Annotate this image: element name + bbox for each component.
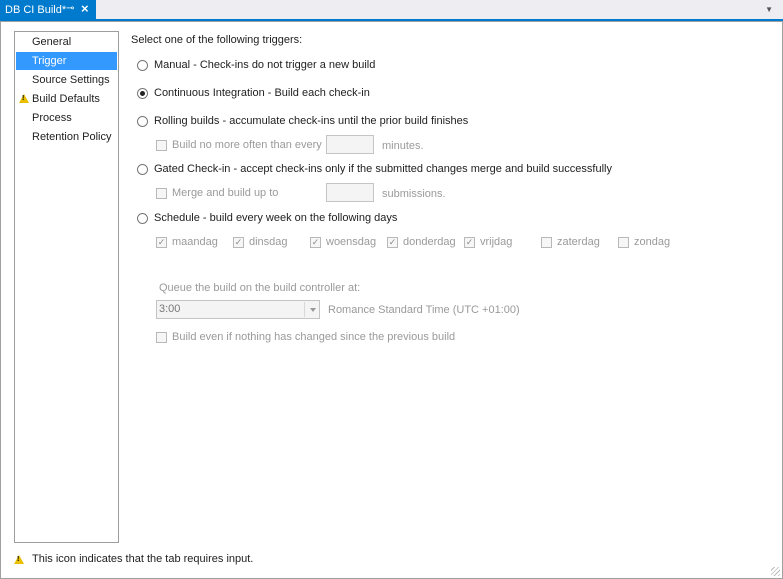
sidebar-item-general[interactable]: General [16,33,117,51]
radio-button[interactable] [137,59,148,71]
tab-title: DB CI Build* [5,3,67,16]
gated-merge-option[interactable]: Merge and build up to [156,187,278,199]
tab-db-ci-build[interactable]: DB CI Build* ⊸ × [0,0,96,19]
checkbox[interactable]: ✓ [387,236,398,248]
merge-checkbox[interactable] [156,187,167,199]
dropdown-separator [304,302,305,317]
radio-rolling-builds[interactable]: Rolling builds - accumulate check-ins un… [137,115,468,127]
minutes-label: minutes. [382,140,424,152]
chevron-down-icon [310,308,316,312]
radio-button[interactable] [137,163,148,175]
build-even-option[interactable]: Build even if nothing has changed since … [156,331,455,343]
checkbox[interactable]: ✓ [464,236,475,248]
settings-sidebar: General Trigger Source Settings Build De… [14,31,119,543]
radio-button[interactable] [137,115,148,127]
footer-note: This icon indicates that the tab require… [14,553,253,565]
checkbox[interactable] [618,236,629,248]
day-checkbox-maandag[interactable]: ✓ maandag [156,236,218,248]
day-checkbox-zondag[interactable]: zondag [618,236,670,248]
sidebar-item-retention-policy[interactable]: Retention Policy [16,128,117,146]
queue-time-label: Queue the build on the build controller … [159,282,361,294]
sidebar-item-build-defaults[interactable]: Build Defaults [16,90,117,108]
sidebar-item-trigger[interactable]: Trigger [16,52,117,70]
rolling-minutes-input[interactable] [326,135,374,154]
radio-gated-checkin[interactable]: Gated Check-in - accept check-ins only i… [137,163,612,175]
radio-schedule[interactable]: Schedule - build every week on the follo… [137,212,397,224]
checkbox[interactable]: ✓ [156,236,167,248]
sidebar-item-source-settings[interactable]: Source Settings [16,71,117,89]
timezone-label: Romance Standard Time (UTC +01:00) [328,304,520,316]
radio-continuous-integration[interactable]: Continuous Integration - Build each chec… [137,87,370,99]
day-checkbox-vrijdag[interactable]: ✓ vrijdag [464,236,512,248]
checkbox[interactable]: ✓ [233,236,244,248]
build-even-checkbox[interactable] [156,331,167,343]
submissions-label: submissions. [382,188,446,200]
tab-overflow-icon[interactable]: ▼ [765,5,773,14]
warning-icon [14,554,24,564]
day-checkbox-donderdag[interactable]: ✓ donderdag [387,236,456,248]
queue-time-dropdown[interactable]: 3:00 [156,300,320,319]
resize-grip-icon[interactable] [771,567,780,576]
day-checkbox-zaterdag[interactable]: zaterdag [541,236,600,248]
sidebar-item-process[interactable]: Process [16,109,117,127]
radio-manual[interactable]: Manual - Check-ins do not trigger a new … [137,59,375,71]
radio-button-selected[interactable] [137,87,148,99]
page-heading: Select one of the following triggers: [131,34,303,46]
submissions-input[interactable] [326,183,374,202]
rolling-build-interval-option[interactable]: Build no more often than every [156,139,322,151]
checkbox[interactable] [541,236,552,248]
warning-icon [19,94,29,103]
radio-button[interactable] [137,212,148,224]
document-tab-strip: DB CI Build* ⊸ × ▼ [0,0,783,21]
close-icon[interactable]: × [81,1,89,16]
rolling-interval-checkbox[interactable] [156,139,167,151]
checkbox[interactable]: ✓ [310,236,321,248]
pin-icon[interactable]: ⊸ [66,3,74,14]
day-checkbox-dinsdag[interactable]: ✓ dinsdag [233,236,288,248]
day-checkbox-woensdag[interactable]: ✓ woensdag [310,236,376,248]
